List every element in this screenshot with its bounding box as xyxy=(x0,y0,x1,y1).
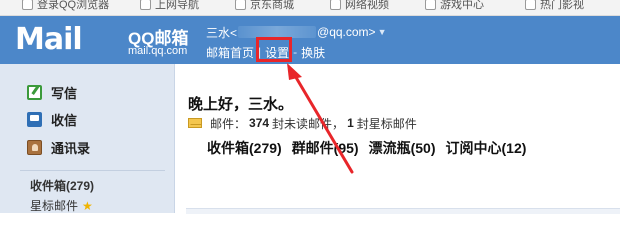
settings-highlight-box xyxy=(256,37,292,62)
bookmark-icon xyxy=(235,0,246,10)
star-text: 封星标邮件 xyxy=(356,116,417,131)
folder-link-inbox[interactable]: 收件箱(279) xyxy=(207,138,282,158)
bookmark-item[interactable]: 上网导航 xyxy=(140,0,199,12)
nav-separator: - xyxy=(293,45,298,59)
chevron-down-icon[interactable]: ▼ xyxy=(378,27,387,37)
sidebar-item-label: 星标邮件 xyxy=(30,199,79,213)
bookmark-bar: 登录QQ浏览器 上网导航 京东商城 网络视频 游戏中心 热门影视 xyxy=(0,0,620,16)
summary-prefix: 邮件： xyxy=(210,116,247,131)
bookmark-item[interactable]: 登录QQ浏览器 xyxy=(22,0,109,12)
sidebar: 写信 收信 通讯录 收件箱(279) 星标邮件 ★ xyxy=(0,64,175,213)
bookmark-item[interactable]: 京东商城 xyxy=(235,0,294,12)
folder-link-group[interactable]: 群邮件(95) xyxy=(292,138,359,158)
bookmark-icon xyxy=(22,0,33,10)
mail-summary: 邮件： 374 封未读邮件， 1 封星标邮件 xyxy=(188,115,417,131)
account-switcher[interactable]: 三水< @qq.com> ▼ xyxy=(206,24,386,40)
change-skin-link[interactable]: 换肤 xyxy=(301,44,325,61)
qq-mail-logo[interactable]: Mail QQ邮箱 mail.qq.com xyxy=(15,22,200,60)
bookmark-item[interactable]: 热门影视 xyxy=(525,0,584,12)
sidebar-item-inbox[interactable]: 收件箱(279) xyxy=(30,177,94,194)
mail-header: Mail QQ邮箱 mail.qq.com 三水< @qq.com> ▼ 邮箱首… xyxy=(0,16,620,64)
sidebar-item-label: 收信 xyxy=(51,112,78,128)
sidebar-item-compose[interactable]: 写信 xyxy=(27,81,77,103)
user-name: 三水< xyxy=(206,25,238,40)
content-panel xyxy=(186,208,620,214)
mailbox-home-link[interactable]: 邮箱首页 xyxy=(206,44,254,61)
sidebar-item-label: 通讯录 xyxy=(51,140,91,156)
bookmark-icon xyxy=(525,0,536,10)
unread-count[interactable]: 374 xyxy=(249,116,269,130)
folder-link-subscriptions[interactable]: 订阅中心(12) xyxy=(446,138,527,158)
greeting-text: 晚上好，三水。 xyxy=(188,96,294,113)
bookmark-item[interactable]: 游戏中心 xyxy=(425,0,484,12)
contacts-icon xyxy=(27,139,42,155)
star-count[interactable]: 1 xyxy=(347,116,354,130)
logo-mail-text: Mail xyxy=(15,22,83,57)
star-icon: ★ xyxy=(82,198,93,213)
sidebar-item-starred[interactable]: 星标邮件 ★ xyxy=(30,197,93,214)
folder-links: 收件箱(279) 群邮件(95) 漂流瓶(50) 订阅中心(12) xyxy=(207,139,536,157)
folder-link-bottle[interactable]: 漂流瓶(50) xyxy=(369,138,436,158)
bookmark-item[interactable]: 网络视频 xyxy=(330,0,389,12)
sidebar-item-label: 写信 xyxy=(51,85,78,101)
sidebar-divider xyxy=(20,170,165,171)
user-email-suffix: @qq.com> xyxy=(317,25,376,39)
inbox-icon xyxy=(27,111,42,127)
bookmark-icon xyxy=(425,0,436,10)
bookmark-icon xyxy=(330,0,341,10)
sidebar-item-receive[interactable]: 收信 xyxy=(27,108,77,130)
sidebar-item-contacts[interactable]: 通讯录 xyxy=(27,136,90,158)
logo-domain-text: mail.qq.com xyxy=(128,45,188,57)
compose-icon xyxy=(27,84,42,100)
bookmark-icon xyxy=(140,0,151,10)
unread-text: 封未读邮件， xyxy=(272,116,345,131)
envelope-icon xyxy=(188,118,202,128)
